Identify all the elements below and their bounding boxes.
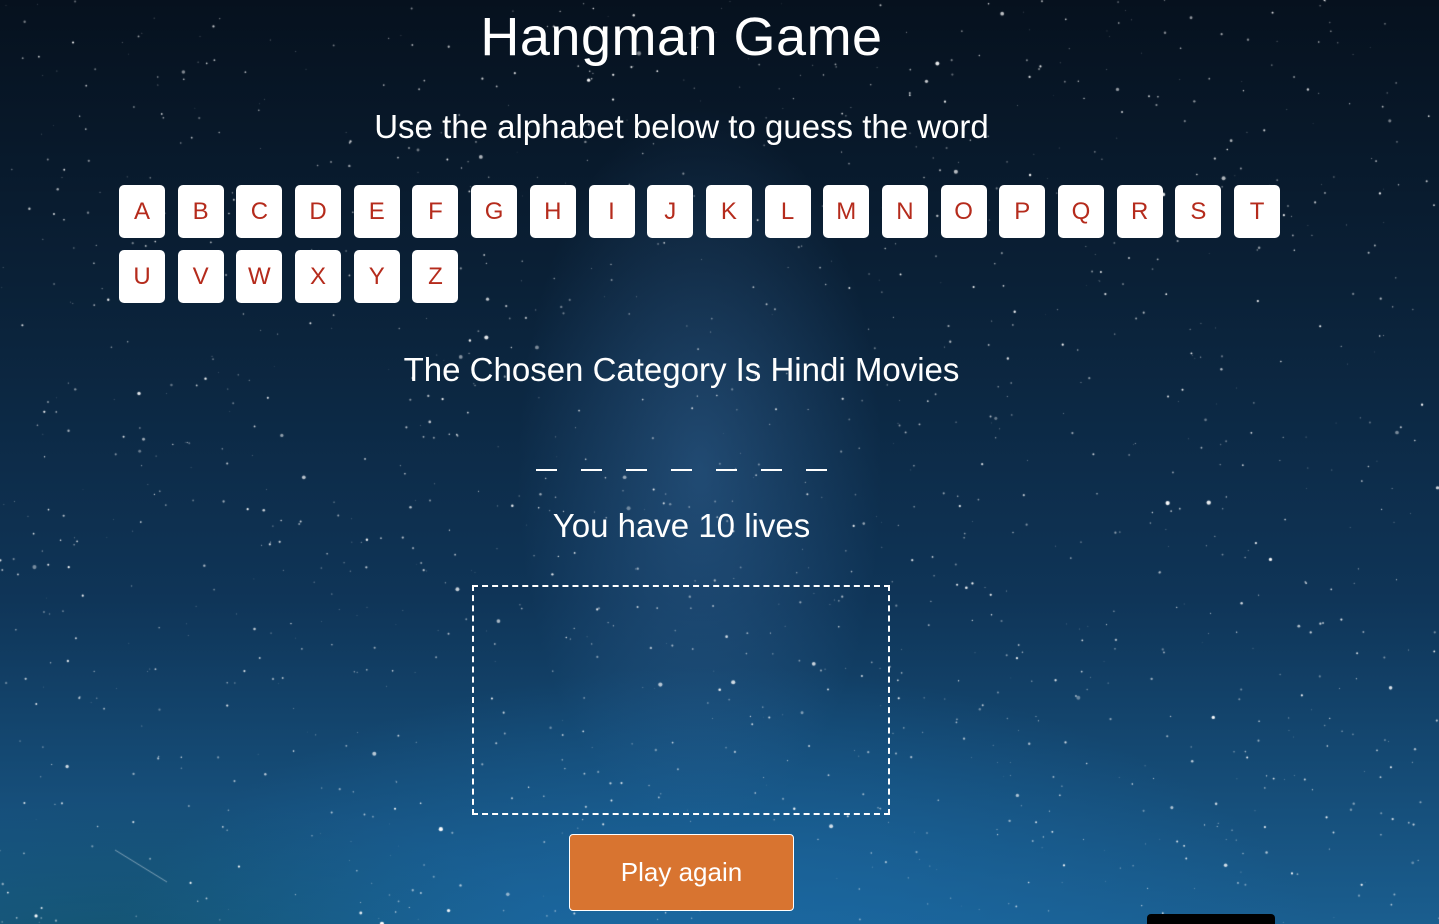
letter-button-k[interactable]: K bbox=[705, 185, 752, 238]
letter-button-h[interactable]: H bbox=[529, 185, 576, 238]
letter-button-e[interactable]: E bbox=[353, 185, 400, 238]
letter-blank bbox=[761, 443, 782, 471]
letter-button-s[interactable]: S bbox=[1175, 185, 1222, 238]
hangman-drawing-area bbox=[472, 585, 890, 815]
letter-button-j[interactable]: J bbox=[647, 185, 694, 238]
letter-blank bbox=[806, 443, 827, 471]
letter-button-i[interactable]: I bbox=[588, 185, 635, 238]
letter-blank bbox=[581, 443, 602, 471]
page-title: Hangman Game bbox=[480, 7, 883, 67]
letter-button-v[interactable]: V bbox=[177, 250, 224, 303]
corner-tab bbox=[1147, 914, 1275, 924]
letter-button-g[interactable]: G bbox=[471, 185, 518, 238]
letter-blank bbox=[626, 443, 647, 471]
category-text: The Chosen Category Is Hindi Movies bbox=[403, 351, 960, 388]
letter-button-f[interactable]: F bbox=[412, 185, 459, 238]
letter-button-u[interactable]: U bbox=[119, 250, 165, 303]
letter-button-p[interactable]: P bbox=[999, 185, 1046, 238]
instructions-text: Use the alphabet below to guess the word bbox=[374, 108, 989, 145]
letter-button-w[interactable]: W bbox=[236, 250, 283, 303]
letter-button-b[interactable]: B bbox=[177, 185, 224, 238]
letter-button-z[interactable]: Z bbox=[412, 250, 459, 303]
letter-button-m[interactable]: M bbox=[823, 185, 870, 238]
letter-button-t[interactable]: T bbox=[1234, 185, 1281, 238]
letter-button-a[interactable]: A bbox=[119, 185, 165, 238]
word-blanks bbox=[0, 443, 1363, 471]
letter-button-o[interactable]: O bbox=[940, 185, 987, 238]
letter-button-l[interactable]: L bbox=[764, 185, 811, 238]
letter-button-y[interactable]: Y bbox=[353, 250, 400, 303]
alphabet-buttons: ABCDEFGHIJKLMNOPQRST UVWXYZ bbox=[119, 185, 1299, 315]
letter-button-c[interactable]: C bbox=[236, 185, 283, 238]
play-again-button[interactable]: Play again bbox=[569, 834, 794, 911]
letter-blank bbox=[536, 443, 557, 471]
letter-button-d[interactable]: D bbox=[295, 185, 342, 238]
letter-button-x[interactable]: X bbox=[295, 250, 342, 303]
letter-blank bbox=[716, 443, 737, 471]
letter-button-n[interactable]: N bbox=[881, 185, 928, 238]
lives-counter: You have 10 lives bbox=[552, 507, 811, 544]
letter-button-r[interactable]: R bbox=[1116, 185, 1163, 238]
letter-button-q[interactable]: Q bbox=[1058, 185, 1104, 238]
letter-blank bbox=[671, 443, 692, 471]
